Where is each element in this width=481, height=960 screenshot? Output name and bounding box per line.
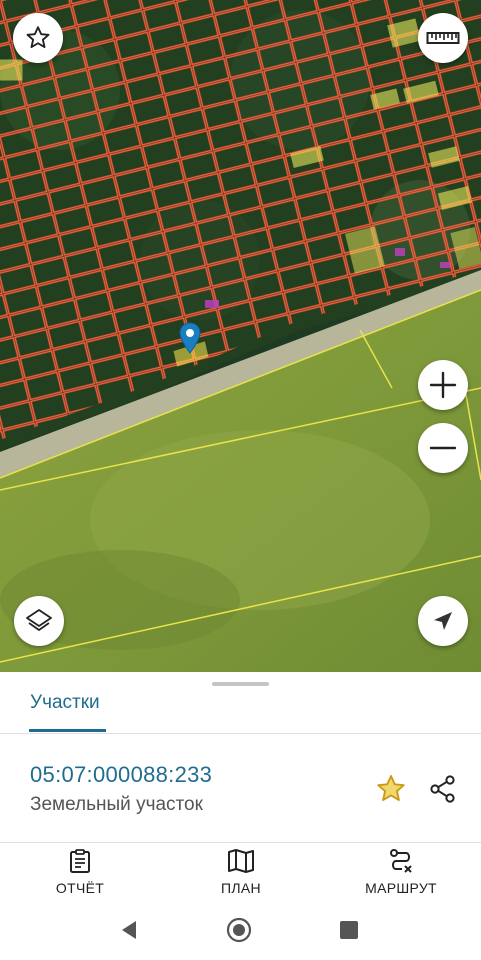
zoom-in-button[interactable] [418, 360, 468, 410]
layers-icon [26, 609, 52, 631]
plus-icon [429, 371, 457, 399]
tab-indicator [29, 729, 106, 732]
favorite-map-button[interactable] [13, 13, 63, 63]
route-icon [390, 849, 412, 873]
minus-icon [429, 446, 457, 450]
satellite-imagery [0, 0, 481, 672]
nav-report-label: ОТЧЁТ [55, 880, 105, 896]
ruler-button[interactable] [418, 13, 468, 63]
zoom-out-button[interactable] [418, 423, 468, 473]
map-icon [228, 849, 254, 873]
clipboard-icon [70, 849, 90, 873]
map-view[interactable] [0, 0, 481, 672]
ruler-icon [426, 32, 460, 44]
tab-divider [0, 733, 481, 734]
location-pin-icon[interactable] [179, 322, 201, 354]
nav-plan-label: ПЛАН [221, 880, 261, 896]
tab-parcels[interactable]: Участки [30, 692, 100, 714]
nav-report-button[interactable]: ОТЧЁТ [15, 848, 145, 903]
nav-divider [0, 842, 481, 843]
recents-square-icon[interactable] [339, 920, 359, 940]
layers-button[interactable] [14, 596, 64, 646]
sheet-drag-handle[interactable] [212, 682, 269, 686]
nav-route-button[interactable]: МАРШРУТ [336, 848, 466, 903]
navigation-arrow-icon [434, 612, 452, 630]
back-triangle-icon[interactable] [118, 919, 140, 941]
favorite-button[interactable] [374, 772, 408, 806]
system-navigation-bar [0, 905, 481, 960]
share-button[interactable] [426, 772, 460, 806]
nav-plan-button[interactable]: ПЛАН [176, 848, 306, 903]
parcel-type: Земельный участок [30, 794, 203, 815]
locate-me-button[interactable] [418, 596, 468, 646]
cadastral-number[interactable]: 05:07:000088:233 [30, 762, 212, 788]
nav-route-label: МАРШРУТ [365, 880, 437, 896]
star-outline-icon [26, 26, 50, 49]
home-circle-icon[interactable] [226, 917, 252, 943]
share-icon [430, 775, 455, 803]
star-filled-icon [377, 775, 405, 801]
